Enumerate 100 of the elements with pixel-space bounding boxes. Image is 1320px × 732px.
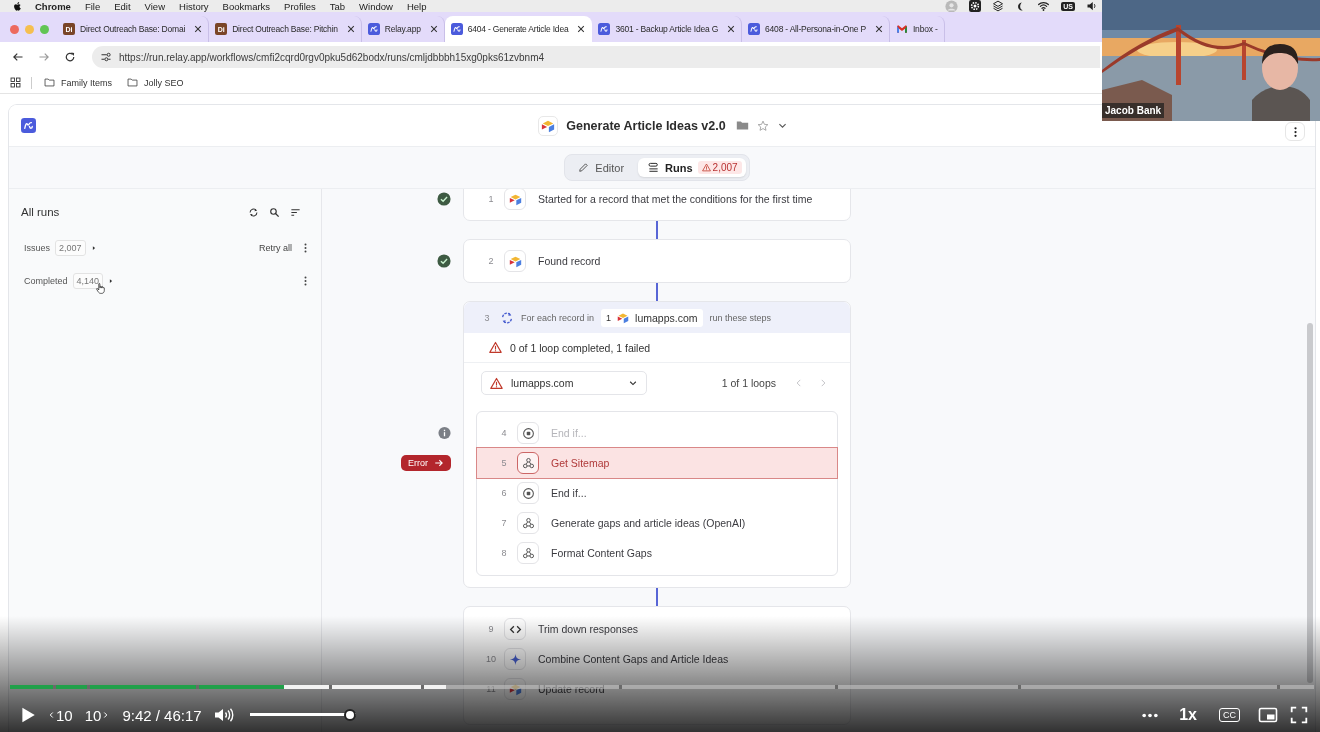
step-label[interactable]: Format Content Gaps	[551, 547, 652, 559]
source-count: 1	[606, 312, 612, 323]
loop-dropdown[interactable]: lumapps.com	[481, 371, 647, 395]
group-label: Issues	[24, 243, 50, 253]
star-icon[interactable]	[756, 119, 769, 132]
tab-title: Direct Outreach Base: Pitchin	[232, 24, 338, 34]
sort-icon[interactable]	[290, 206, 301, 218]
speed-button[interactable]: 1x	[1179, 706, 1197, 724]
connector-line	[656, 283, 658, 301]
menu-item[interactable]: File	[84, 0, 101, 12]
browser-tab[interactable]: 6404 - Generate Article Idea	[444, 16, 593, 42]
volume-slider[interactable]	[249, 709, 356, 721]
step-label[interactable]: Generate gaps and article ideas (OpenAI)	[551, 517, 746, 529]
blocks-icon	[504, 250, 526, 272]
captions-button[interactable]: CC	[1219, 708, 1240, 722]
error-button[interactable]: Error	[401, 455, 451, 471]
step-number: 10	[485, 654, 497, 664]
step-label[interactable]: Get Sitemap	[551, 457, 610, 469]
step-label[interactable]: Update record	[538, 683, 605, 695]
layers-icon[interactable]	[992, 0, 1005, 12]
refresh-icon[interactable]	[248, 206, 259, 218]
close-icon[interactable]	[429, 25, 438, 33]
play-icon[interactable]	[19, 706, 37, 724]
more-button[interactable]	[1285, 122, 1305, 141]
bookmark-link[interactable]: Jolly SEO	[144, 77, 184, 88]
volume-icon[interactable]	[213, 707, 234, 723]
url-text: https://run.relay.app/workflows/cmfi2cqrd0rgv0pku5d62bodx/runs/cmljdbbbh15xg0pks61zvbnm4	[119, 51, 545, 63]
apps-grid-icon[interactable]	[10, 77, 21, 88]
close-icon[interactable]	[194, 25, 203, 33]
step-number: 3	[483, 312, 491, 323]
panel-title: All runs	[21, 206, 60, 218]
retry-all-button[interactable]: Retry all	[259, 243, 292, 253]
close-icon[interactable]	[346, 25, 355, 33]
close-icon[interactable]	[874, 25, 883, 33]
step-number: 5	[500, 458, 508, 468]
folder-icon[interactable]	[735, 119, 749, 132]
relay-logo-icon[interactable]	[21, 118, 36, 133]
tab-title: 6404 - Generate Article Idea	[467, 24, 569, 34]
tab-title: Relay.app	[384, 24, 421, 34]
scrollbar[interactable]	[1307, 323, 1313, 683]
gear-icon[interactable]	[969, 0, 982, 12]
relay-logo-icon	[450, 23, 463, 35]
menu-item[interactable]: History	[179, 0, 209, 12]
step-number: 4	[500, 428, 508, 438]
step-label[interactable]: Trim down responses	[538, 623, 638, 635]
apple-icon[interactable]	[12, 0, 23, 12]
forward-icon[interactable]	[38, 51, 50, 63]
connector-line	[656, 588, 658, 606]
step-label[interactable]: Started for a record that met the conditions for the first time	[538, 193, 813, 205]
connector-line	[656, 221, 658, 239]
picture-in-picture-icon[interactable]	[1258, 707, 1278, 723]
folder-icon[interactable]	[126, 77, 139, 88]
count-badge: 4,140	[72, 273, 104, 289]
blocks-icon	[617, 311, 630, 324]
menu-item[interactable]: Tab	[329, 0, 346, 12]
wifi-icon[interactable]	[1037, 0, 1051, 12]
folder-icon[interactable]	[43, 77, 56, 88]
expand-caret-icon[interactable]	[108, 278, 115, 284]
step-label[interactable]: Found record	[538, 255, 601, 267]
tab-title: Inbox -	[912, 24, 938, 34]
workflow-title: Generate Article Ideas v2.0	[566, 118, 726, 133]
forward-button[interactable]: 10	[84, 706, 109, 724]
webhook-icon	[517, 452, 539, 474]
step-number: 8	[500, 548, 508, 558]
app-menu[interactable]: Chrome	[35, 0, 71, 12]
more-icon[interactable]	[304, 276, 307, 286]
tab-title: 6408 - All-Persona-in-One P	[765, 24, 866, 34]
menu-item[interactable]: Help	[406, 0, 427, 12]
close-icon[interactable]	[577, 25, 586, 33]
pencil-icon	[578, 162, 590, 173]
step-label[interactable]: Combine Content Gaps and Article Ideas	[538, 653, 729, 665]
step-label[interactable]: End if...	[551, 487, 587, 499]
participant-name: Jacob Bank	[1102, 103, 1165, 118]
menu-item[interactable]: Edit	[114, 0, 131, 12]
more-icon[interactable]	[1141, 712, 1160, 718]
search-icon[interactable]	[269, 206, 280, 218]
rewind-button[interactable]: 10	[49, 706, 73, 724]
site-settings-icon[interactable]	[100, 51, 112, 63]
reload-icon[interactable]	[64, 51, 76, 63]
speaker-icon[interactable]	[1086, 0, 1098, 12]
expand-caret-icon[interactable]	[90, 245, 97, 251]
view-tab[interactable]: Editor	[568, 158, 635, 177]
address-field[interactable]: https://run.relay.app/workflows/cmfi2cqrd0rgv0pku5d62bodx/runs/cmljdbbbh15xg0pks61zvbnm4	[92, 46, 1100, 68]
more-icon[interactable]	[304, 243, 307, 253]
loop-icon	[500, 310, 514, 325]
view-tab[interactable]: Runs 2,007	[638, 158, 746, 177]
caret-left-icon	[49, 711, 54, 719]
menu-item[interactable]: Bookmarks	[222, 0, 271, 12]
caret-right-icon	[103, 711, 109, 719]
close-icon[interactable]	[727, 25, 736, 33]
bookmark-link[interactable]: Family Items	[61, 77, 112, 88]
dropdown-value: lumapps.com	[511, 377, 574, 389]
sparkle-icon	[504, 648, 526, 670]
menu-item[interactable]: Profiles	[284, 0, 316, 12]
fullscreen-icon[interactable]	[1290, 706, 1308, 724]
tab-title: 3601 - Backup Article Idea G	[615, 24, 719, 34]
menu-item[interactable]: Window	[359, 0, 393, 12]
menu-item[interactable]: View	[144, 0, 165, 12]
loop-text: For each record in	[521, 312, 595, 323]
back-icon[interactable]	[12, 51, 24, 63]
